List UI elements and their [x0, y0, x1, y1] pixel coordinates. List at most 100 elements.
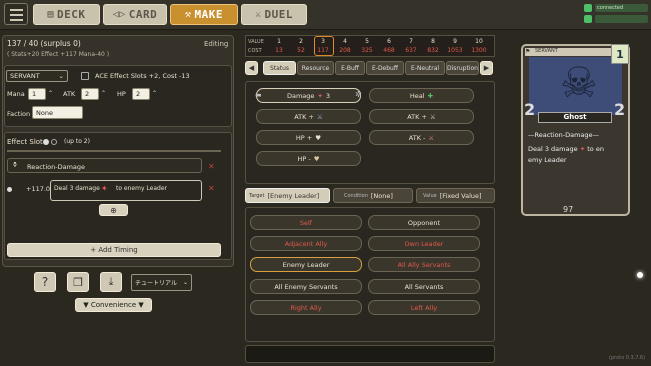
value-cell[interactable]: 7	[400, 38, 422, 45]
plus-icon: ⊕	[110, 205, 117, 215]
value-cell[interactable]: 4	[334, 38, 356, 45]
tab-value[interactable]: Value [Fixed Value]	[416, 188, 495, 203]
type-select[interactable]: SERVANT ⌄	[6, 70, 68, 82]
mana-input[interactable]: 1	[28, 88, 46, 100]
mana-stepper-icon[interactable]: ⌃	[48, 90, 53, 97]
target-all-ally-servants[interactable]: All Ally Servants	[368, 257, 480, 272]
tabs-next-button[interactable]: ▶	[480, 61, 493, 75]
target-adjacent-ally[interactable]: Adjacent Ally	[250, 236, 362, 251]
download-button[interactable]: ⤓	[100, 272, 122, 292]
tab-e-neutral[interactable]: E-Neutral	[405, 61, 445, 75]
target-self[interactable]: Self	[250, 215, 362, 230]
target-all-enemy-servants[interactable]: All Enemy Servants	[250, 279, 362, 294]
copy-icon: ❐	[73, 275, 83, 289]
card-hp: 2	[614, 100, 626, 119]
gear-icon[interactable]: ✲	[355, 90, 362, 99]
effect-bullet-icon	[7, 187, 12, 192]
effect-hp-plus-button[interactable]: HP + ♥	[256, 130, 361, 145]
effect-damage-button[interactable]: Damage ✦ 3	[256, 88, 361, 103]
add-timing-button[interactable]: + Add Timing	[7, 243, 221, 257]
faction-input[interactable]: None	[32, 106, 83, 119]
effect-heal-button[interactable]: Heal ✚	[369, 88, 474, 103]
value-cell[interactable]: 5	[356, 38, 378, 45]
effect-cost: +117.0	[26, 185, 51, 193]
card-name: Ghost	[538, 112, 612, 123]
effect-atk-minus-button[interactable]: ATK - ⚔	[369, 130, 474, 145]
version-label: (proto 0.3.7.6)	[609, 355, 646, 361]
status-indicator-2	[584, 15, 648, 25]
effect-slot-label: Effect Slot	[7, 138, 43, 146]
tab-condition[interactable]: Condition [None]	[333, 188, 413, 203]
hp-input[interactable]: 2	[132, 88, 150, 100]
slot-radio-icon[interactable]	[51, 139, 57, 145]
ace-checkbox[interactable]	[81, 72, 89, 80]
atk-label: ATK	[63, 90, 76, 98]
cost-cell: 117	[317, 47, 329, 54]
target-left-ally[interactable]: Left Ally	[368, 300, 480, 315]
tabs-prev-button[interactable]: ◀	[245, 61, 258, 75]
description-bar	[245, 345, 495, 363]
value-cell[interactable]: 6	[378, 38, 400, 45]
download-icon: ⤓	[108, 275, 114, 288]
tab-e-debuff[interactable]: E-Debuff	[366, 61, 404, 75]
value-cell[interactable]: 8	[422, 38, 444, 45]
tab-e-buff[interactable]: E-Buff	[335, 61, 365, 75]
remove-timing-icon[interactable]: ✕	[208, 162, 215, 171]
value-cell[interactable]: 1	[268, 38, 290, 45]
editing-label: Editing	[204, 40, 229, 48]
value-cell[interactable]: 10	[468, 38, 490, 45]
value-cell[interactable]: 2	[290, 38, 312, 45]
mana-label: Mana	[7, 90, 25, 98]
chevron-down-icon: ⌄	[58, 72, 64, 80]
tab-disruption[interactable]: Disruption	[446, 61, 479, 75]
cost-summary: 137 / 40 (surplus 0)	[7, 39, 81, 48]
card-type: SERVANT	[525, 48, 625, 56]
chevron-right-icon: ▶	[483, 64, 490, 72]
hp-label: HP	[117, 90, 126, 98]
timing-label: Reaction-Damage	[27, 163, 86, 171]
effect-target-text: to enemy Leader	[116, 185, 167, 192]
tab-status[interactable]: Status	[263, 61, 296, 75]
tab-duel[interactable]: ⚔ DUEL	[241, 4, 307, 25]
language-select[interactable]: チュートリアル ⌄	[131, 274, 192, 291]
timing-icon: ⚱	[12, 161, 18, 169]
effect-atk-plus-button[interactable]: ATK + ⚔	[256, 109, 361, 124]
heart-down-icon: ♥	[313, 154, 320, 163]
remove-effect-icon[interactable]: ✕	[208, 184, 215, 193]
sparkle-icon	[637, 272, 643, 278]
tab-resource[interactable]: Resource	[297, 61, 334, 75]
cost-cell: 52	[297, 47, 305, 54]
heart-up-icon: ♥	[315, 133, 322, 142]
faction-label: Faction	[7, 110, 31, 118]
tab-card[interactable]: ◁▷ CARD	[103, 4, 167, 25]
tab-target[interactable]: Target [Enemy Leader]	[245, 188, 330, 203]
chevron-down-icon: ⌄	[182, 279, 188, 286]
hp-stepper-icon[interactable]: ⌃	[152, 90, 157, 97]
card-power: 97	[563, 205, 574, 214]
effect-slot-hint: (up to 2)	[64, 138, 90, 145]
help-button[interactable]: ?	[34, 272, 56, 292]
atk-input[interactable]: 2	[81, 88, 99, 100]
tab-make[interactable]: ⚒ MAKE	[170, 4, 238, 25]
target-all-servants[interactable]: All Servants	[368, 279, 480, 294]
slot-radio-icon[interactable]	[43, 139, 49, 145]
tab-deck[interactable]: ▤ DECK	[33, 4, 100, 25]
target-own-leader[interactable]: Own Leader	[368, 236, 480, 251]
cost-cell: 832	[427, 47, 439, 54]
value-cell[interactable]: 3	[312, 38, 334, 45]
effect-hp-minus-button[interactable]: HP - ♥	[256, 151, 361, 166]
value-cell[interactable]: 9	[444, 38, 466, 45]
convenience-button[interactable]: ▼ Convenience ▼	[75, 298, 152, 312]
target-opponent[interactable]: Opponent	[368, 215, 480, 230]
effect-atk-plus-all-button[interactable]: ATK + ⚔	[369, 109, 474, 124]
atk-stepper-icon[interactable]: ⌃	[101, 90, 106, 97]
sword-up-icon: ⚔	[316, 112, 323, 121]
target-right-ally[interactable]: Right Ally	[250, 300, 362, 315]
copy-button[interactable]: ❐	[67, 272, 89, 292]
target-enemy-leader[interactable]: Enemy Leader	[250, 257, 362, 272]
minus-icon[interactable]: ▬	[255, 91, 262, 99]
question-icon: ?	[41, 275, 49, 289]
menu-button[interactable]	[4, 3, 28, 25]
add-effect-button[interactable]: ⊕	[99, 204, 128, 216]
cost-cell: 1300	[471, 47, 487, 54]
